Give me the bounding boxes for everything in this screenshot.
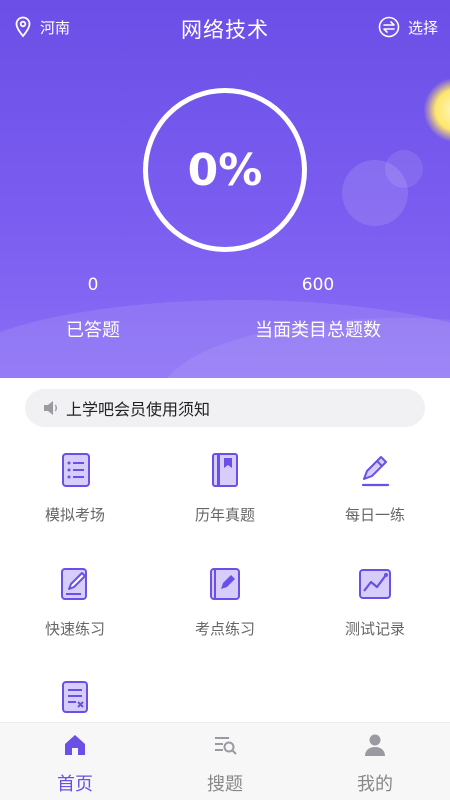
select-label: 选择	[407, 18, 438, 37]
member-notice-bar[interactable]: 上学吧会员使用须知	[25, 389, 425, 427]
feature-past-papers[interactable]: 历年真题	[150, 448, 300, 548]
tab-label: 首页	[57, 774, 93, 795]
feature-daily-practice[interactable]: 每日一练	[300, 448, 450, 548]
speaker-icon	[44, 401, 57, 415]
sun-decoration	[424, 78, 450, 142]
feature-quick-practice[interactable]: 快速练习	[0, 562, 150, 662]
exam-paper-icon	[62, 681, 88, 713]
feature-label: 历年真题	[194, 506, 255, 524]
home-icon	[65, 735, 85, 755]
feature-test-records[interactable]: 测试记录	[300, 562, 450, 662]
pencil-icon	[361, 456, 390, 487]
feature-label: 每日一练	[344, 506, 405, 524]
progress-percent: 0%	[187, 144, 263, 196]
tab-search-questions[interactable]: 搜题	[150, 723, 300, 800]
total-label: 当面类目总题数	[255, 320, 381, 341]
top-bar: 河南 网络技术 选择	[0, 12, 450, 46]
hero-header: 河南 网络技术 选择 0% 0 已答题 600 当面类目总题数	[0, 0, 450, 378]
answered-count: 0	[87, 275, 99, 295]
total-stat: 600 当面类目总题数	[238, 275, 398, 342]
document-list-icon	[62, 453, 90, 487]
answered-stat: 0 已答题	[30, 275, 156, 342]
chart-record-icon	[359, 569, 391, 599]
bubble-decoration	[385, 150, 423, 188]
progress-ring: 0%	[143, 88, 307, 252]
tab-mine[interactable]: 我的	[300, 723, 450, 800]
notebook-pen-icon	[210, 568, 240, 600]
answered-label: 已答题	[66, 320, 120, 341]
person-icon	[365, 734, 385, 756]
swap-icon	[378, 16, 400, 38]
feature-label: 模拟考场	[44, 506, 105, 524]
total-count: 600	[301, 275, 335, 295]
edit-note-icon	[61, 568, 87, 600]
tab-home[interactable]: 首页	[0, 723, 150, 800]
search-list-icon	[215, 737, 237, 755]
tab-label: 我的	[357, 774, 393, 795]
bottom-tab-bar: 首页 搜题 我的	[0, 722, 450, 800]
feature-topic-practice[interactable]: 考点练习	[150, 562, 300, 662]
feature-label: 快速练习	[44, 620, 105, 638]
feature-mock-exam[interactable]: 模拟考场	[0, 448, 150, 548]
book-icon	[212, 453, 238, 487]
notice-text: 上学吧会员使用须知	[66, 400, 211, 419]
feature-label: 考点练习	[194, 620, 255, 638]
select-button[interactable]: 选择	[378, 16, 438, 38]
tab-label: 搜题	[207, 774, 243, 795]
feature-label: 测试记录	[344, 620, 405, 638]
